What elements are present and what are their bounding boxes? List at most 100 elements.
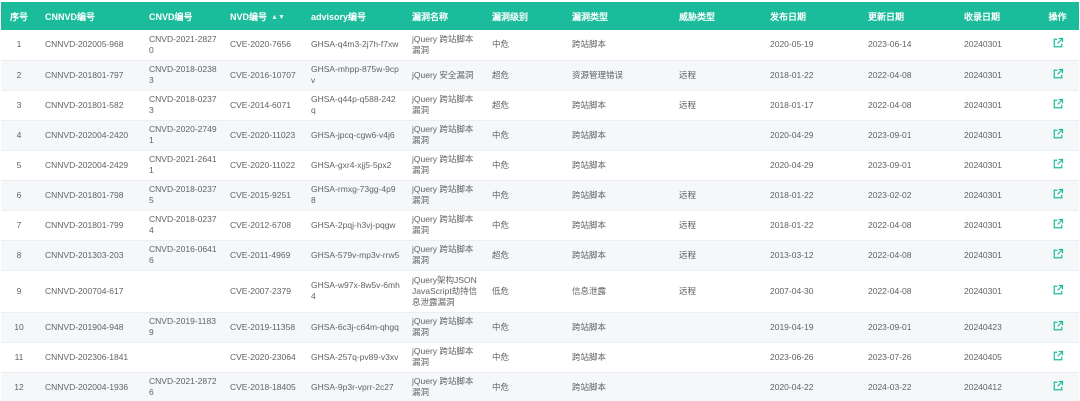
cell-seq: 4 <box>16 129 22 140</box>
cell-vuln-name: jQuery 跨站脚本漏洞 <box>412 154 474 175</box>
cell-vuln-name: jQuery 跨站脚本漏洞 <box>412 184 474 205</box>
external-link-icon[interactable] <box>1052 248 1064 260</box>
cell-seq: 2 <box>16 69 22 80</box>
cell-advisory: GHSA-jpcq-cgw6-v4j6 <box>311 129 395 140</box>
cell-cnnvd: CNNVD-202004-2429 <box>45 159 129 170</box>
cell-threat-type <box>671 312 762 342</box>
cell-update-date: 2023-09-01 <box>868 129 912 140</box>
cell-action <box>1036 372 1079 401</box>
cell-nvd: CVE-2019-11358 <box>230 321 296 332</box>
cell-update-date: 2023-06-14 <box>868 39 912 50</box>
external-link-icon[interactable] <box>1052 158 1064 170</box>
cell-nvd: CVE-2018-18405 <box>230 381 296 392</box>
cell-update-date: 2022-04-08 <box>868 99 912 110</box>
cell-threat-type <box>671 372 762 401</box>
cell-publish-date: 2023-06-26 <box>770 351 814 362</box>
cell-threat-type <box>671 342 762 372</box>
table-body: 1 CNNVD-202005-968 CNVD-2021-28270 CVE-2020… <box>1 30 1079 401</box>
external-link-icon[interactable] <box>1052 284 1064 296</box>
external-link-icon[interactable] <box>1052 380 1064 392</box>
cell-action <box>1036 30 1079 60</box>
cell-seq: 1 <box>16 39 22 50</box>
cell-publish-date: 2018-01-22 <box>770 189 814 200</box>
cell-cnnvd: CNNVD-202004-2420 <box>45 129 129 140</box>
cell-level: 超危 <box>492 249 510 260</box>
cell-action <box>1036 180 1079 210</box>
cell-vuln-name: jQuery 跨站脚本漏洞 <box>412 94 474 115</box>
cell-cnnvd: CNNVD-202306-1841 <box>45 351 129 362</box>
cell-level: 中危 <box>492 219 510 230</box>
cell-collect-date: 20240423 <box>964 321 1002 332</box>
external-link-icon[interactable] <box>1052 98 1064 110</box>
cell-threat-type: 远程 <box>679 219 697 230</box>
cell-cnvd <box>141 342 222 372</box>
cell-vuln-name: jQuery 跨站脚本漏洞 <box>412 244 474 265</box>
cell-vuln-type: 信息泄露 <box>572 285 607 296</box>
cell-action <box>1036 240 1079 270</box>
table-row: 2 CNNVD-201801-797 CNVD-2018-02383 CVE-2016… <box>1 60 1079 90</box>
cell-update-date: 2022-04-08 <box>868 249 912 260</box>
cell-cnnvd: CNNVD-202004-1936 <box>45 381 129 392</box>
cell-cnnvd: CNNVD-201801-799 <box>45 219 124 230</box>
col-header-nvd[interactable]: NVD编号 ▲▼ <box>222 2 303 30</box>
cell-vuln-type: 跨站脚本 <box>572 321 607 332</box>
cell-nvd: CVE-2020-23064 <box>230 351 296 362</box>
col-header-threat-type: 威胁类型 <box>679 11 716 22</box>
cell-update-date: 2023-09-01 <box>868 159 912 170</box>
cell-advisory: GHSA-mhpp-875w-9cpv <box>311 64 399 85</box>
cell-level: 超危 <box>492 99 510 110</box>
cell-seq: 10 <box>14 321 24 332</box>
external-link-icon[interactable] <box>1052 128 1064 140</box>
cell-publish-date: 2007-04-30 <box>770 285 814 296</box>
external-link-icon[interactable] <box>1052 188 1064 200</box>
table-row: 9 CNNVD-200704-617 CVE-2007-2379 GHSA-w97x-… <box>1 270 1079 312</box>
col-header-advisory[interactable]: advisory编号 <box>303 2 404 30</box>
cell-seq: 6 <box>16 189 22 200</box>
cell-cnnvd: CNNVD-202005-968 <box>45 39 124 50</box>
cell-vuln-type: 跨站脚本 <box>572 351 607 362</box>
cell-cnvd: CNVD-2018-02375 <box>149 184 217 205</box>
cell-seq: 9 <box>16 285 22 296</box>
cell-vuln-type: 跨站脚本 <box>572 159 607 170</box>
cell-publish-date: 2020-04-29 <box>770 159 814 170</box>
sort-icon[interactable]: ▲▼ <box>271 14 285 21</box>
cell-collect-date: 20240301 <box>964 129 1002 140</box>
cell-advisory: GHSA-6c3j-c64m-qhgq <box>311 321 399 332</box>
cell-vuln-type: 资源管理错误 <box>572 69 624 80</box>
cell-cnnvd: CNNVD-201801-798 <box>45 189 124 200</box>
cell-threat-type: 远程 <box>679 285 697 296</box>
col-header-cnnvd[interactable]: CNNVD编号 <box>37 2 141 30</box>
cell-action <box>1036 210 1079 240</box>
col-header-vuln-name: 漏洞名称 <box>412 11 449 22</box>
cell-publish-date: 2020-04-29 <box>770 129 814 140</box>
cell-level: 中危 <box>492 39 510 50</box>
cell-level: 中危 <box>492 159 510 170</box>
cell-level: 中危 <box>492 189 510 200</box>
cell-cnnvd: CNNVD-201904-948 <box>45 321 124 332</box>
cell-action <box>1036 312 1079 342</box>
col-header-cnvd[interactable]: CNVD编号 <box>141 2 222 30</box>
cell-level: 中危 <box>492 129 510 140</box>
col-header-update-date: 更新日期 <box>868 11 905 22</box>
table-row: 1 CNNVD-202005-968 CNVD-2021-28270 CVE-2020… <box>1 30 1079 60</box>
cell-cnvd: CNVD-2018-02374 <box>149 214 217 235</box>
cell-update-date: 2023-07-26 <box>868 351 912 362</box>
cell-publish-date: 2019-04-19 <box>770 321 814 332</box>
external-link-icon[interactable] <box>1052 68 1064 80</box>
external-link-icon[interactable] <box>1052 37 1064 49</box>
cell-collect-date: 20240412 <box>964 381 1002 392</box>
cell-vuln-type: 跨站脚本 <box>572 39 607 50</box>
cell-seq: 8 <box>16 249 22 260</box>
cell-nvd: CVE-2007-2379 <box>230 285 291 296</box>
cell-advisory: GHSA-w97x-8w5v-6mh4 <box>311 280 400 301</box>
cell-collect-date: 20240301 <box>964 249 1002 260</box>
cell-vuln-name: jQuery架构JSON JavaScript劫持信息泄露漏洞 <box>412 274 478 307</box>
cell-cnvd: CNVD-2021-28270 <box>149 33 217 55</box>
external-link-icon[interactable] <box>1052 320 1064 332</box>
cell-collect-date: 20240301 <box>964 219 1002 230</box>
cell-vuln-type: 跨站脚本 <box>572 381 607 392</box>
table-row: 10 CNNVD-201904-948 CNVD-2019-11839 CVE-201… <box>1 312 1079 342</box>
table-row: 6 CNNVD-201801-798 CNVD-2018-02375 CVE-2015… <box>1 180 1079 210</box>
external-link-icon[interactable] <box>1052 350 1064 362</box>
external-link-icon[interactable] <box>1052 218 1064 230</box>
